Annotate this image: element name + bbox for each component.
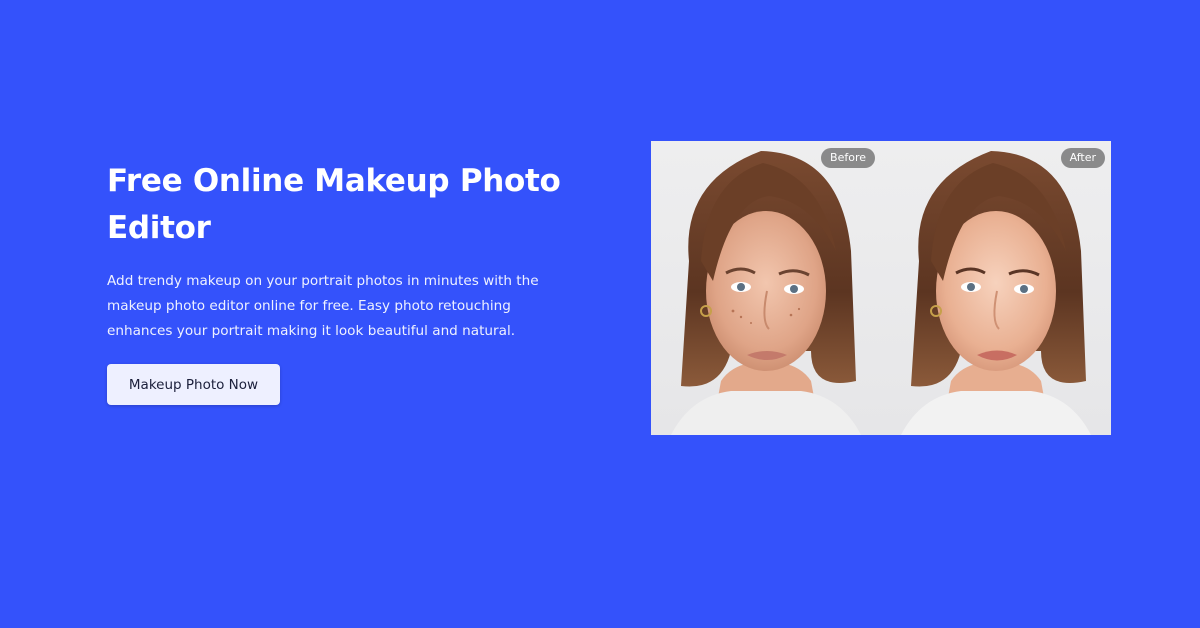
portrait-before-image	[671, 151, 861, 435]
before-after-comparison: Before After	[651, 141, 1111, 435]
page-title: Free Online Makeup Photo Editor	[107, 163, 561, 246]
after-photo: After	[881, 141, 1111, 435]
hero-text: Free Online Makeup Photo Editor Add tren…	[107, 158, 577, 344]
after-badge: After	[1060, 148, 1105, 168]
portrait-after-image	[901, 151, 1091, 435]
before-photo: Before	[651, 141, 881, 435]
before-badge: Before	[821, 148, 875, 168]
hero-description: Add trendy makeup on your portrait photo…	[107, 273, 539, 339]
page: Free Online Makeup Photo Editor Add tren…	[0, 0, 1200, 628]
makeup-photo-now-button[interactable]: Makeup Photo Now	[107, 364, 280, 405]
